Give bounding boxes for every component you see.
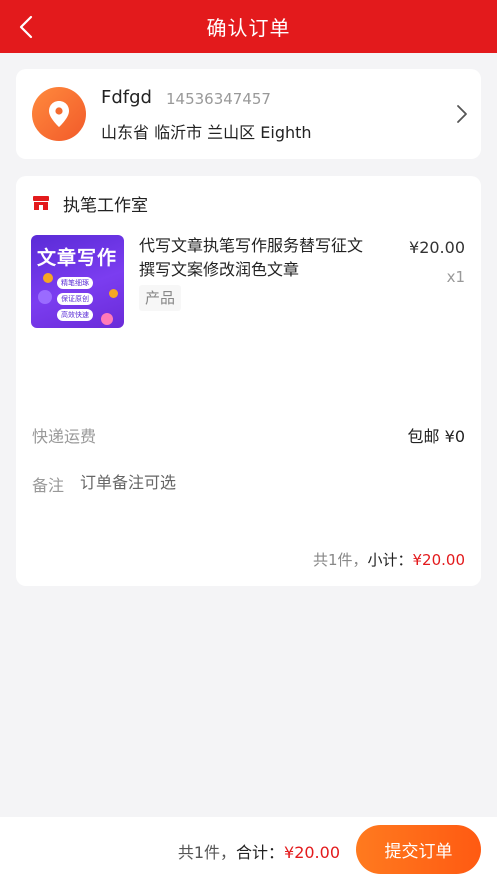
shipping-label: 快递运费	[32, 427, 97, 446]
back-button[interactable]	[14, 13, 38, 41]
bottom-bar: 共1件，合计：¥20.00 提交订单	[0, 817, 497, 883]
location-pin-icon	[49, 101, 69, 127]
product-image-headline: 文章写作	[37, 247, 118, 269]
total-count: 共1件，	[177, 843, 236, 862]
product-image[interactable]: 文章写作 精笔细琢 保证原创 高效快速	[31, 235, 124, 328]
subtotal-amount: ¥20.00	[412, 551, 466, 569]
submit-order-button[interactable]: 提交订单	[356, 825, 481, 874]
product-image-pill: 保证原创	[57, 293, 93, 305]
subtotal: 共1件，小计：¥20.00	[313, 549, 465, 570]
subtotal-label: 小计：	[367, 551, 413, 569]
decor-dot	[109, 289, 118, 298]
order-card: 执笔工作室 文章写作 精笔细琢 保证原创 高效快速 代写文章执笔写作服务替写征文…	[16, 176, 481, 586]
page-title: 确认订单	[206, 16, 291, 40]
product-price: ¥20.00	[409, 238, 465, 257]
decor-dot	[101, 313, 113, 325]
store-icon	[33, 196, 49, 210]
order-total: 共1件，合计：¥20.00	[178, 839, 340, 863]
product-image-pill: 精笔细琢	[57, 277, 93, 289]
total-amount: ¥20.00	[284, 843, 340, 862]
decor-dot	[38, 290, 52, 304]
product-image-pill: 高效快速	[57, 309, 93, 321]
shop-name: 执笔工作室	[63, 196, 148, 216]
decor-dot	[43, 273, 53, 283]
address-detail: 山东省 临沂市 兰山区 Eighth	[101, 123, 312, 142]
product-quantity: x1	[446, 268, 465, 286]
location-badge	[32, 87, 86, 141]
subtotal-count: 共1件，	[312, 551, 368, 569]
recipient-name: Fdfgd	[101, 87, 152, 108]
header-bar: 确认订单	[0, 0, 497, 53]
total-label: 合计：	[236, 843, 285, 862]
chevron-left-icon	[19, 15, 33, 39]
product-tag: 产品	[139, 285, 182, 311]
product-title[interactable]: 代写文章执笔写作服务替写征文撰写文案修改润色文章	[139, 234, 367, 282]
shipping-value: 包邮 ¥0	[407, 427, 465, 446]
order-note-input[interactable]	[80, 470, 460, 494]
address-card[interactable]: Fdfgd 14536347457 山东省 临沂市 兰山区 Eighth	[16, 69, 481, 159]
note-label: 备注	[32, 476, 65, 495]
recipient-phone: 14536347457	[166, 90, 271, 108]
chevron-right-icon[interactable]	[455, 104, 469, 124]
